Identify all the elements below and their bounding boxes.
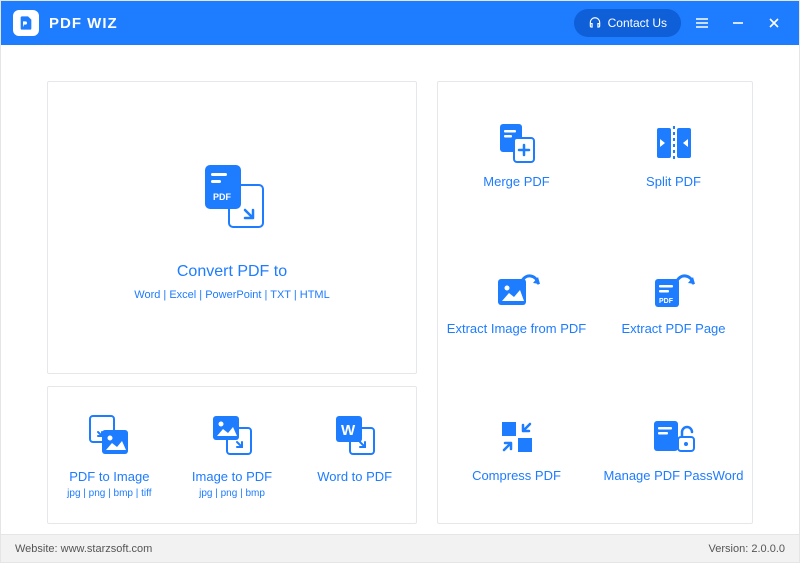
left-column: PDF Convert PDF to Word | Excel | PowerP… xyxy=(47,81,417,524)
minimize-button[interactable] xyxy=(723,8,753,38)
convert-pdf-to-card[interactable]: PDF Convert PDF to Word | Excel | PowerP… xyxy=(47,81,417,374)
merge-pdf-icon xyxy=(494,120,540,166)
contact-us-label: Contact Us xyxy=(608,16,667,30)
svg-text:PDF: PDF xyxy=(213,192,232,202)
extract-pdf-page-label: Extract PDF Page xyxy=(621,321,725,337)
svg-text:W: W xyxy=(341,422,356,439)
extract-image-icon xyxy=(492,267,542,313)
version-label: Version: 2.0.0.0 xyxy=(709,543,785,555)
website-link[interactable]: Website: www.starzsoft.com xyxy=(15,543,152,555)
pdf-to-image-sub: jpg | png | bmp | tiff xyxy=(67,488,151,500)
extract-pdf-page-button[interactable]: PDF Extract PDF Page xyxy=(595,229,752,376)
image-to-pdf-button[interactable]: Image to PDF jpg | png | bmp xyxy=(171,387,294,523)
right-column: Merge PDF Split PDF xyxy=(437,81,753,524)
app-window: PDF WIZ Contact Us xyxy=(0,0,800,563)
extract-image-label: Extract Image from PDF xyxy=(447,321,586,337)
word-to-pdf-icon: W xyxy=(332,411,378,459)
image-to-pdf-icon xyxy=(209,411,255,459)
compress-pdf-label: Compress PDF xyxy=(472,468,561,484)
status-bar: Website: www.starzsoft.com Version: 2.0.… xyxy=(1,534,799,562)
merge-pdf-label: Merge PDF xyxy=(483,174,549,190)
convert-title: Convert PDF to xyxy=(177,263,287,281)
merge-pdf-button[interactable]: Merge PDF xyxy=(438,82,595,229)
content-area: PDF Convert PDF to Word | Excel | PowerP… xyxy=(1,45,799,534)
pdf-to-image-button[interactable]: PDF to Image jpg | png | bmp | tiff xyxy=(48,387,171,523)
bottom-row-card: PDF to Image jpg | png | bmp | tiff Ima xyxy=(47,386,417,524)
manage-pdf-password-button[interactable]: Manage PDF PassWord xyxy=(595,376,752,523)
split-pdf-button[interactable]: Split PDF xyxy=(595,82,752,229)
word-to-pdf-button[interactable]: W Word to PDF xyxy=(293,387,416,523)
extract-pdf-page-icon: PDF xyxy=(649,267,699,313)
extract-image-button[interactable]: Extract Image from PDF xyxy=(438,229,595,376)
word-to-pdf-label: Word to PDF xyxy=(317,469,392,484)
image-to-pdf-label: Image to PDF xyxy=(192,469,272,484)
hamburger-icon xyxy=(695,16,709,30)
compress-pdf-button[interactable]: Compress PDF xyxy=(438,376,595,523)
app-title: PDF WIZ xyxy=(49,15,118,32)
pdf-to-image-label: PDF to Image xyxy=(69,469,149,484)
pdf-to-image-icon xyxy=(86,411,132,459)
convert-pdf-icon: PDF xyxy=(189,155,275,241)
split-pdf-label: Split PDF xyxy=(646,174,701,190)
app-logo xyxy=(13,10,39,36)
title-bar: PDF WIZ Contact Us xyxy=(1,1,799,45)
close-icon xyxy=(768,17,780,29)
close-button[interactable] xyxy=(759,8,789,38)
split-pdf-icon xyxy=(651,120,697,166)
manage-pdf-password-icon xyxy=(650,414,698,460)
convert-subtitle: Word | Excel | PowerPoint | TXT | HTML xyxy=(134,289,329,301)
minimize-icon xyxy=(732,17,744,29)
image-to-pdf-sub: jpg | png | bmp xyxy=(199,488,265,500)
tools-grid: Merge PDF Split PDF xyxy=(437,81,753,524)
svg-text:PDF: PDF xyxy=(659,298,674,305)
contact-us-button[interactable]: Contact Us xyxy=(574,9,681,37)
menu-button[interactable] xyxy=(687,8,717,38)
manage-pdf-password-label: Manage PDF PassWord xyxy=(604,468,744,484)
compress-pdf-icon xyxy=(496,414,538,460)
headset-icon xyxy=(588,16,602,30)
